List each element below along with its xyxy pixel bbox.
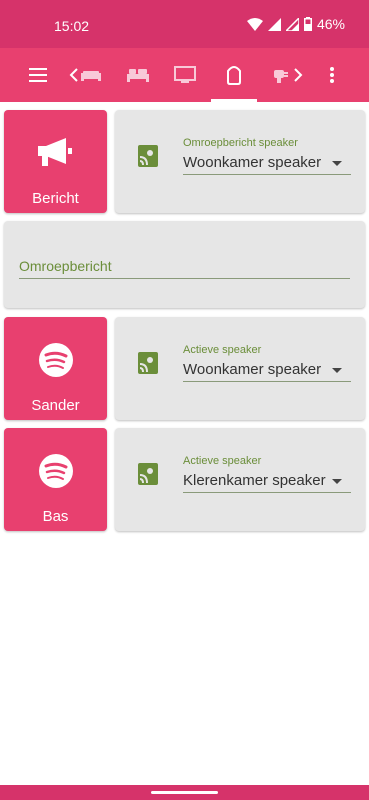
tab-scroll-forward[interactable]: [268, 48, 308, 102]
hamburger-menu-icon: [29, 68, 47, 82]
sander-speaker-select[interactable]: Woonkamer speaker: [183, 361, 321, 378]
bas-speaker-card: Actieve speaker Klerenkamer speaker: [115, 428, 365, 531]
omroep-speaker-card: Omroepbericht speaker Woonkamer speaker: [115, 110, 365, 213]
select-underline: [183, 492, 351, 493]
wifi-icon: [246, 17, 263, 31]
bericht-label: Bericht: [32, 190, 79, 207]
tab-scroll-back[interactable]: [66, 48, 106, 102]
megaphone-icon: [4, 136, 107, 168]
status-bar: 15:02 46%: [0, 0, 369, 48]
status-time: 15:02: [54, 18, 90, 34]
omroepbericht-input[interactable]: Omroepbericht: [19, 258, 112, 274]
app-bar: [0, 48, 369, 102]
battery-percent: 46%: [316, 16, 345, 32]
tab-tv[interactable]: [165, 48, 205, 102]
bas-spotify-button[interactable]: Bas: [4, 428, 107, 531]
battery-icon: [303, 17, 312, 31]
dropdown-arrow-icon[interactable]: [332, 161, 342, 166]
spotify-icon: [4, 453, 107, 489]
system-nav-bar: [0, 785, 369, 800]
tv-icon: [174, 66, 196, 83]
omroepbericht-input-card: Omroepbericht: [4, 221, 365, 308]
menu-button[interactable]: [18, 48, 58, 102]
cast-speaker-icon: [138, 352, 158, 374]
sander-speaker-label: Actieve speaker: [183, 344, 262, 356]
more-options-button[interactable]: [318, 48, 346, 102]
status-icons: 46%: [246, 16, 345, 32]
signal-icon-2: [285, 17, 299, 31]
tab-speaker[interactable]: [214, 48, 254, 102]
bas-speaker-label: Actieve speaker: [183, 455, 262, 467]
spotify-icon: [4, 342, 107, 378]
dropdown-arrow-icon[interactable]: [332, 479, 342, 484]
plug-chevron-right-icon: [274, 68, 303, 83]
select-underline: [183, 381, 351, 382]
bas-speaker-select[interactable]: Klerenkamer speaker: [183, 472, 326, 489]
cast-speaker-icon: [138, 463, 158, 485]
chevron-left-sofa-icon: [69, 68, 101, 82]
bericht-button[interactable]: Bericht: [4, 110, 107, 213]
tab-bedroom[interactable]: [118, 48, 158, 102]
omroep-speaker-label: Omroepbericht speaker: [183, 137, 298, 149]
signal-icon: [267, 17, 281, 31]
sander-label: Sander: [31, 397, 80, 414]
active-tab-indicator: [211, 99, 257, 102]
cast-speaker-icon: [138, 145, 158, 167]
sander-speaker-card: Actieve speaker Woonkamer speaker: [115, 317, 365, 420]
smart-speaker-icon: [227, 66, 241, 85]
input-underline: [19, 278, 350, 279]
sander-spotify-button[interactable]: Sander: [4, 317, 107, 420]
dropdown-arrow-icon[interactable]: [332, 368, 342, 373]
bas-label: Bas: [42, 508, 69, 525]
home-gesture-handle[interactable]: [151, 791, 218, 794]
select-underline: [183, 174, 351, 175]
more-vertical-icon: [330, 67, 334, 83]
bed-icon: [127, 69, 149, 82]
omroep-speaker-select[interactable]: Woonkamer speaker: [183, 154, 321, 171]
